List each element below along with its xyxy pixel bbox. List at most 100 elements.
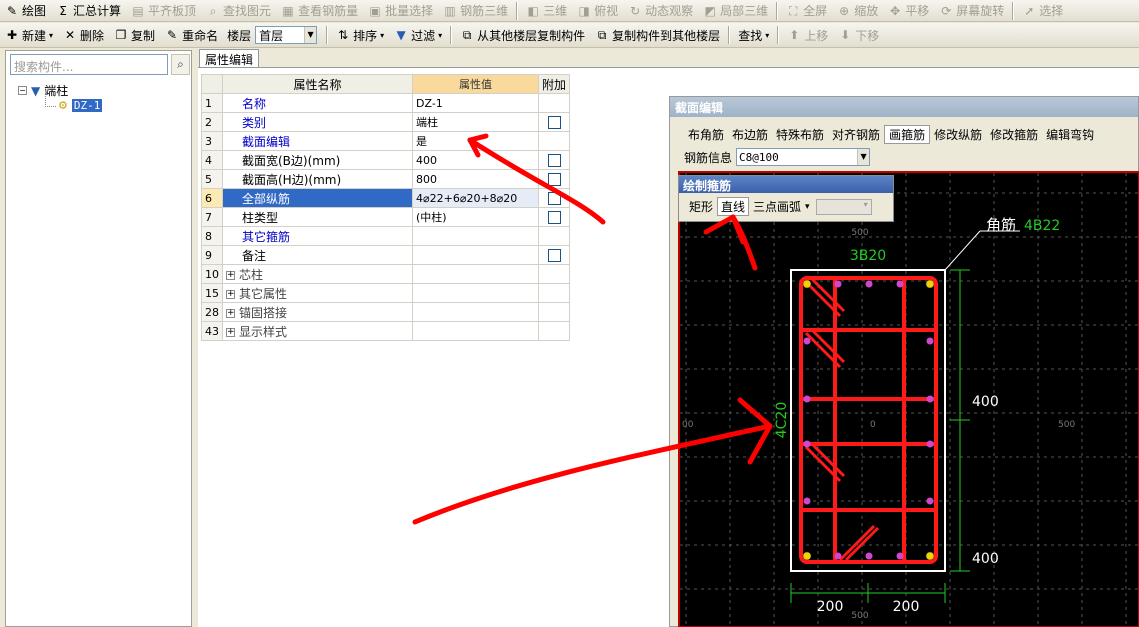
- copy-button[interactable]: ❐ 复制: [109, 25, 160, 45]
- table-row[interactable]: 28 + 锚固搭接: [201, 302, 571, 322]
- move-up-button[interactable]: ⬆ 上移: [782, 25, 833, 45]
- property-name: 截面高(H边)(mm): [222, 169, 413, 189]
- new-button[interactable]: ✚ 新建 ▾: [0, 25, 58, 45]
- pan-icon: ✥: [890, 3, 901, 18]
- table-row[interactable]: 5 截面高(H边)(mm) 800: [201, 169, 571, 189]
- property-value[interactable]: [412, 264, 539, 284]
- property-value[interactable]: 4⌀22+6⌀20+8⌀20: [412, 188, 539, 208]
- toolbar-item-10[interactable]: ◩ 局部三维: [698, 1, 773, 21]
- extra-checkbox[interactable]: [547, 211, 561, 224]
- copy-from-floor-button[interactable]: ⧉ 从其他楼层复制构件: [455, 25, 590, 45]
- find-button[interactable]: 查找 ▾: [733, 25, 774, 45]
- expand-icon[interactable]: +: [226, 270, 235, 280]
- sort-button[interactable]: ⇅ 排序 ▾: [331, 25, 389, 45]
- property-name: 备注: [222, 245, 413, 265]
- toolbar-item-3[interactable]: ⌕ 查找图元: [201, 1, 276, 21]
- floor-select[interactable]: 首层 ▼: [255, 26, 318, 44]
- property-value[interactable]: 800: [412, 169, 539, 189]
- section-tool-6[interactable]: 修改箍筋: [986, 126, 1042, 143]
- table-row[interactable]: 10 + 芯柱: [201, 264, 571, 284]
- delete-button[interactable]: ✕ 删除: [58, 25, 109, 45]
- toolbar-item-2[interactable]: ▤ 平齐板顶: [126, 1, 201, 21]
- component-tree-panel: 搜索构件... ⌕ − ▼ 端柱 ⚙ DZ-1: [5, 50, 192, 627]
- stirrup-option-2[interactable]: 三点画弧: [753, 198, 801, 215]
- section-tool-4[interactable]: 画箍筋: [884, 124, 931, 144]
- property-value[interactable]: 端柱: [412, 112, 539, 132]
- tab-property-edit[interactable]: 属性编辑: [199, 49, 260, 68]
- chevron-down-icon[interactable]: ▾: [805, 202, 810, 212]
- toolbar-item-8[interactable]: ◨ 俯视: [572, 1, 623, 21]
- property-value[interactable]: [412, 245, 539, 265]
- property-name: 类别: [222, 112, 413, 132]
- collapse-icon[interactable]: −: [18, 86, 27, 95]
- table-row[interactable]: 4 截面宽(B边)(mm) 400: [201, 150, 571, 170]
- toolbar-item-5[interactable]: ▣ 批量选择: [363, 1, 438, 21]
- filter-button[interactable]: ▼ 过滤 ▾: [389, 25, 447, 45]
- batch-select-icon: ▣: [369, 3, 381, 18]
- extra-checkbox[interactable]: [547, 192, 561, 205]
- section-tool-3[interactable]: 对齐钢筋: [828, 126, 884, 143]
- search-input[interactable]: 搜索构件...: [10, 54, 168, 75]
- extra-cell: [537, 245, 571, 265]
- toolbar-item-11[interactable]: ⛶ 全屏: [781, 1, 832, 21]
- extra-checkbox[interactable]: [547, 173, 561, 186]
- property-value[interactable]: [412, 283, 539, 303]
- table-row[interactable]: 3 截面编辑是: [201, 131, 571, 151]
- section-tool-1[interactable]: 布边筋: [728, 126, 772, 143]
- stirrup-option-0[interactable]: 矩形: [689, 198, 713, 215]
- tree-node-dz1[interactable]: ⚙ DZ-1: [58, 99, 103, 112]
- property-value[interactable]: [412, 302, 539, 322]
- copy-to-floor-button[interactable]: ⧉ 复制构件到其他楼层: [590, 25, 725, 45]
- table-row[interactable]: 6 全部纵筋 4⌀22+6⌀20+8⌀20: [201, 188, 571, 208]
- section-canvas[interactable]: 500 00 500 0 500 400 400 200 200 3B20 角筋 4B22 4C20: [678, 171, 1139, 627]
- drawing-label: 200: [893, 599, 920, 615]
- toolbar-item-12[interactable]: ⊕ 缩放: [832, 1, 883, 21]
- table-row[interactable]: 7 柱类型 (中柱): [201, 207, 571, 227]
- toolbar-item-1[interactable]: Σ 汇总计算: [51, 1, 126, 21]
- table-row[interactable]: 15 + 其它属性: [201, 283, 571, 303]
- toolbar-item-0[interactable]: ✎ 绘图: [0, 1, 51, 21]
- toolbar-item-15[interactable]: ➚ 选择: [1017, 1, 1068, 21]
- filter-icon: ▼: [31, 83, 41, 98]
- section-tool-0[interactable]: 布角筋: [684, 126, 728, 143]
- section-tool-2[interactable]: 特殊布筋: [772, 126, 828, 143]
- toolbar-item-6[interactable]: ▥ 钢筋三维: [438, 1, 513, 21]
- section-tool-7[interactable]: 编辑弯钩: [1042, 126, 1098, 143]
- search-icon[interactable]: ⌕: [171, 54, 190, 75]
- expand-icon[interactable]: +: [226, 327, 235, 337]
- extra-cell: [537, 302, 571, 322]
- toolbar-item-7[interactable]: ◧ 三维: [521, 1, 572, 21]
- toolbar-item-13[interactable]: ✥ 平移: [883, 1, 934, 21]
- table-row[interactable]: 43 + 显示样式: [201, 321, 571, 341]
- row-number: 3: [201, 131, 223, 151]
- section-tool-5[interactable]: 修改纵筋: [930, 126, 986, 143]
- tree-node-end-column[interactable]: − ▼ 端柱: [18, 82, 68, 99]
- property-value[interactable]: (中柱): [412, 207, 539, 227]
- extra-checkbox[interactable]: [547, 154, 561, 167]
- toolbar-item-14[interactable]: ⟳ 屏幕旋转: [934, 1, 1009, 21]
- side-bar: [834, 552, 842, 560]
- move-down-button[interactable]: ⬇ 下移: [833, 25, 884, 45]
- table-row[interactable]: 1 名称 DZ-1: [201, 93, 571, 113]
- property-name: + 其它属性: [222, 283, 413, 303]
- extra-checkbox[interactable]: [547, 116, 561, 129]
- property-value[interactable]: [412, 321, 539, 341]
- property-value[interactable]: DZ-1: [412, 93, 539, 113]
- side-bar: [896, 280, 904, 288]
- rebar-info-select[interactable]: C8@100 ▼: [736, 148, 871, 166]
- arc-combo[interactable]: ▾: [815, 198, 872, 215]
- rename-button[interactable]: ✎ 重命名: [160, 25, 223, 45]
- toolbar-item-9[interactable]: ↻ 动态观察: [623, 1, 698, 21]
- table-row[interactable]: 9 备注: [201, 245, 571, 265]
- property-value[interactable]: [412, 226, 539, 246]
- property-value[interactable]: 是: [412, 131, 539, 151]
- table-row[interactable]: 8 其它箍筋: [201, 226, 571, 246]
- property-value[interactable]: 400: [412, 150, 539, 170]
- expand-icon[interactable]: +: [226, 289, 235, 299]
- row-number: 4: [201, 150, 223, 170]
- extra-checkbox[interactable]: [547, 249, 561, 262]
- table-row[interactable]: 2 类别 端柱: [201, 112, 571, 132]
- stirrup-option-1[interactable]: 直线: [717, 197, 750, 216]
- toolbar-item-4[interactable]: ▦ 查看钢筋量: [276, 1, 363, 21]
- expand-icon[interactable]: +: [226, 308, 235, 318]
